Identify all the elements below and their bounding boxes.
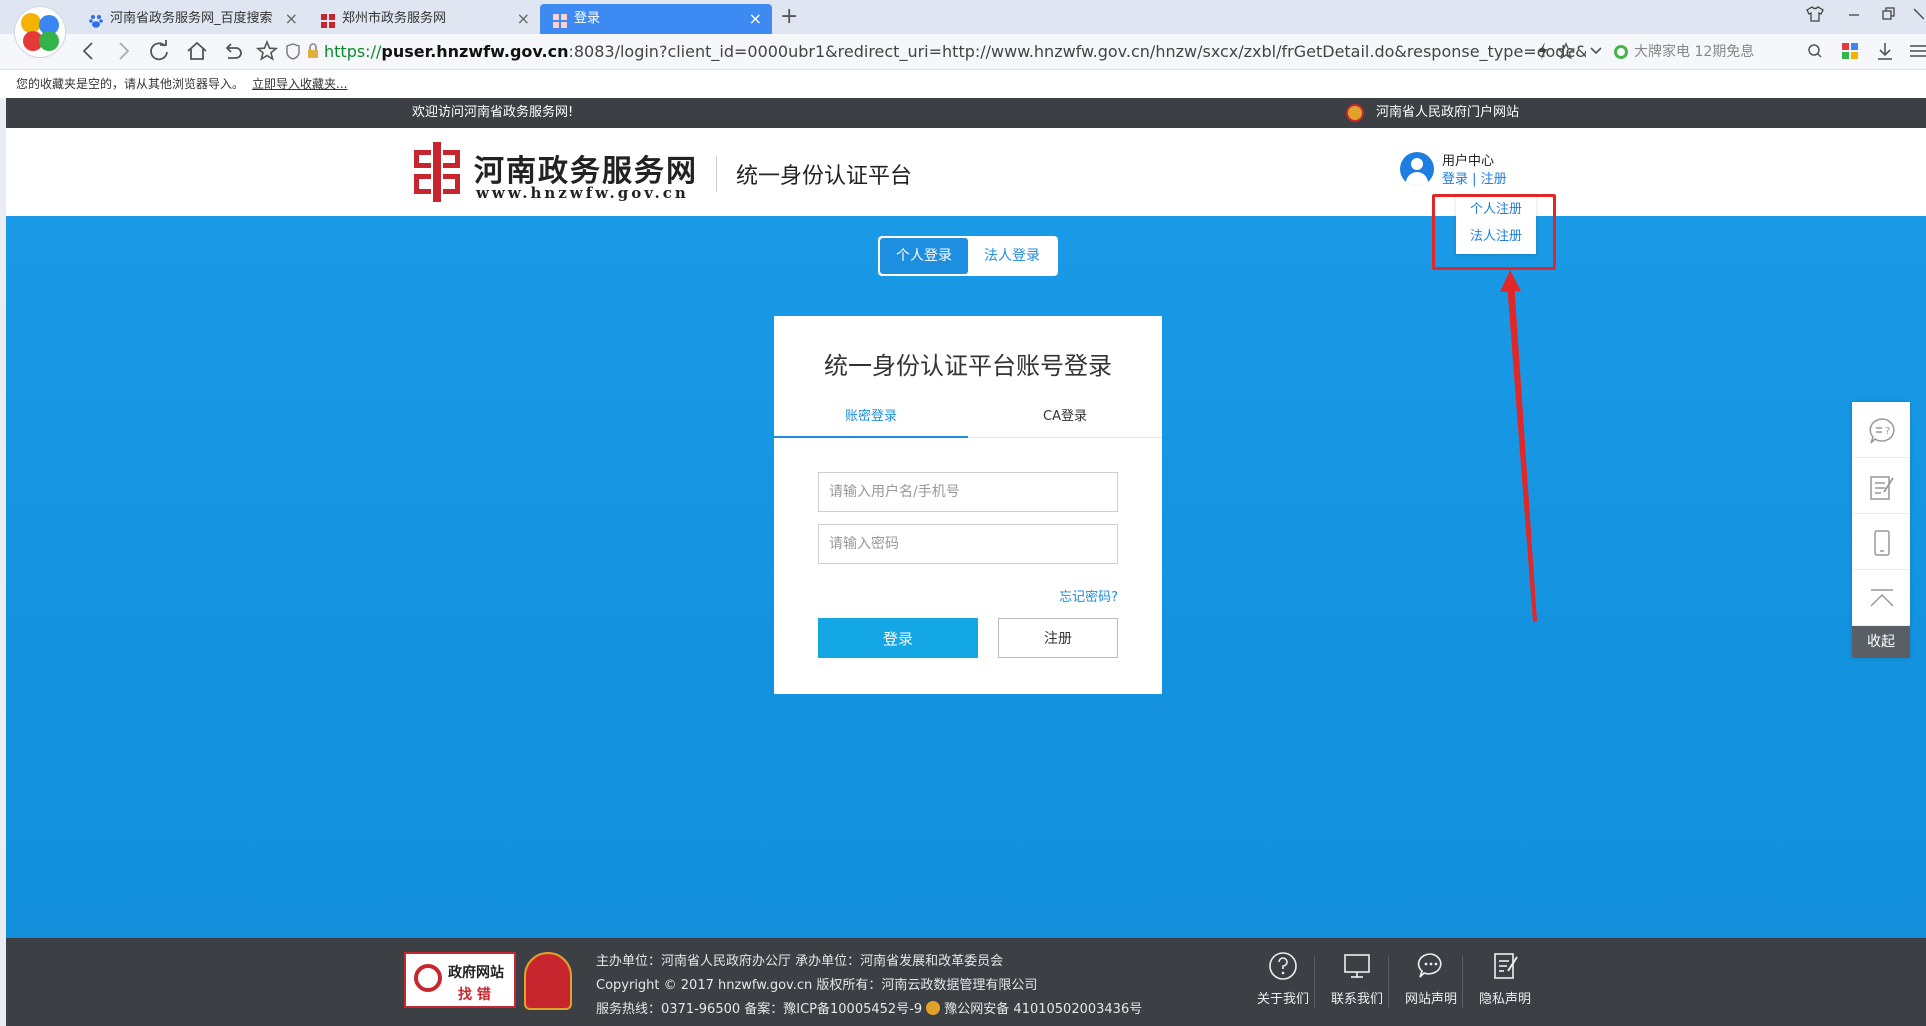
footer-privacy-statement[interactable]: 隐私声明 bbox=[1468, 950, 1542, 1014]
footer-divider bbox=[1462, 956, 1463, 1008]
footer-link-label: 关于我们 bbox=[1256, 992, 1309, 1007]
footer-line3: 服务热线：0371-96500 备案：豫ICP备10005452号-9 豫公网安… bbox=[596, 1001, 1143, 1017]
side-help-button[interactable]: ? bbox=[1852, 402, 1910, 458]
site-footer: 政府网站 找 错 主办单位：河南省人民政府办公厅 承办单位：河南省发展和改革委员… bbox=[6, 938, 1926, 1026]
footer-about-us[interactable]: 关于我们 bbox=[1246, 950, 1320, 1014]
badge-line1: 政府网站 bbox=[448, 965, 504, 981]
footer-link-label: 联系我们 bbox=[1330, 992, 1383, 1007]
edit-document-icon bbox=[1494, 953, 1518, 979]
magnifier-icon bbox=[414, 964, 442, 992]
chat-question-icon: ? bbox=[1869, 418, 1895, 444]
footer-police-record[interactable]: 豫公网安备 41010502003436号 bbox=[944, 1002, 1142, 1017]
badge-line2: 找 错 bbox=[458, 987, 491, 1003]
question-circle-icon bbox=[1269, 952, 1297, 980]
side-collapse-button[interactable]: 收起 bbox=[1852, 626, 1910, 658]
police-badge-icon bbox=[926, 1001, 941, 1015]
party-gov-badge-icon[interactable] bbox=[524, 952, 572, 1010]
footer-divider bbox=[1314, 956, 1315, 1008]
monitor-icon bbox=[1344, 954, 1370, 978]
chat-bubble-icon bbox=[1417, 953, 1442, 978]
side-mobile-button[interactable] bbox=[1852, 514, 1910, 570]
footer-site-statement[interactable]: 网站声明 bbox=[1394, 950, 1468, 1014]
footer-contact-us[interactable]: 联系我们 bbox=[1320, 950, 1394, 1014]
back-to-top-icon bbox=[1870, 589, 1894, 607]
edit-note-icon bbox=[1870, 476, 1894, 500]
footer-info: 主办单位：河南省人民政府办公厅 承办单位：河南省发展和改革委员会 Copyrig… bbox=[596, 950, 1142, 1022]
svg-text:?: ? bbox=[1885, 426, 1890, 437]
footer-line1: 主办单位：河南省人民政府办公厅 承办单位：河南省发展和改革委员会 bbox=[596, 954, 1004, 969]
side-back-to-top-button[interactable] bbox=[1852, 570, 1910, 626]
browser-logo-icon[interactable] bbox=[14, 6, 66, 58]
footer-divider bbox=[1388, 956, 1389, 1008]
gov-site-error-badge[interactable]: 政府网站 找 错 bbox=[404, 952, 516, 1008]
footer-line2: Copyright © 2017 hnzwfw.gov.cn 版权所有：河南云政… bbox=[596, 978, 1038, 993]
footer-link-label: 网站声明 bbox=[1404, 992, 1457, 1007]
annotation-arrow bbox=[1500, 270, 1537, 622]
mobile-phone-icon bbox=[1874, 530, 1890, 556]
side-toolbar: ? 收起 bbox=[1852, 402, 1910, 658]
footer-link-label: 隐私声明 bbox=[1478, 992, 1531, 1007]
side-feedback-button[interactable] bbox=[1852, 458, 1910, 514]
